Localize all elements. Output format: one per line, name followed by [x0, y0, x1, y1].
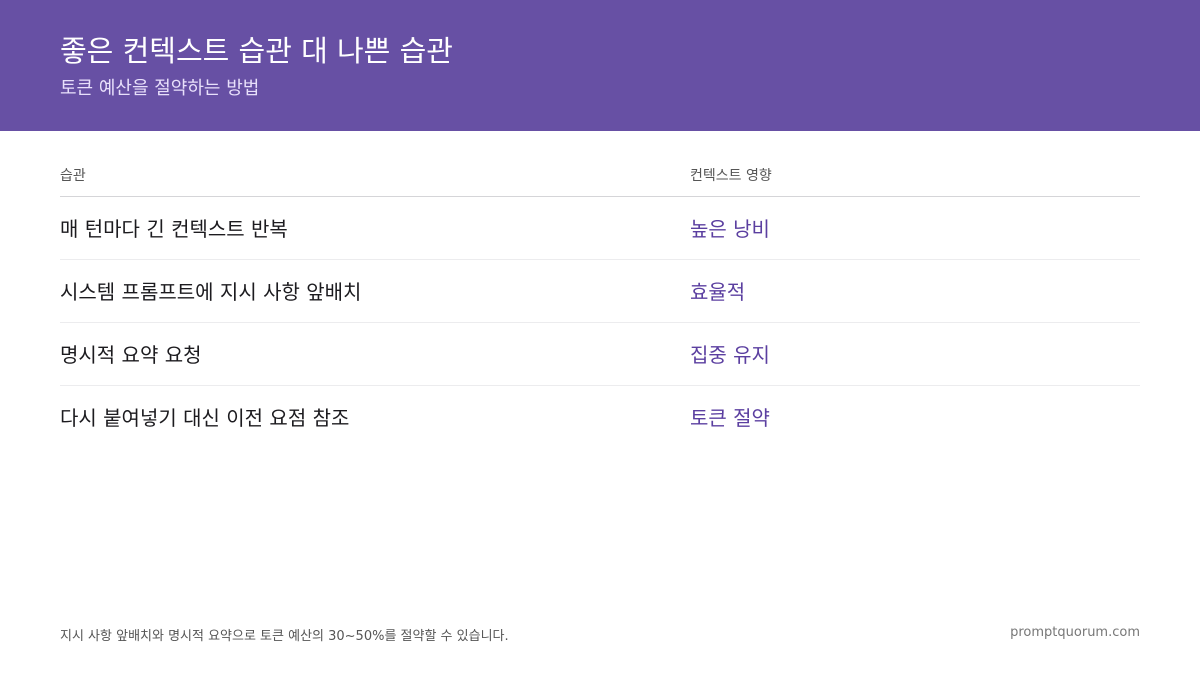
- impact-cell: 효율적: [690, 280, 746, 304]
- table-row: 매 턴마다 긴 컨텍스트 반복 높은 낭비: [60, 197, 1140, 260]
- column-header-impact: 컨텍스트 영향: [690, 168, 772, 184]
- table-header: 습관 컨텍스트 영향: [60, 160, 1140, 197]
- page-title: 좋은 컨텍스트 습관 대 나쁜 습관: [60, 34, 453, 68]
- table-row: 명시적 요약 요청 집중 유지: [60, 323, 1140, 386]
- page-subtitle: 토큰 예산을 절약하는 방법: [60, 78, 260, 99]
- column-header-habit: 습관: [60, 168, 86, 184]
- impact-cell: 집중 유지: [690, 343, 770, 367]
- footer-site-link[interactable]: promptquorum.com: [1010, 625, 1140, 640]
- table-row: 다시 붙여넣기 대신 이전 요점 참조 토큰 절약: [60, 386, 1140, 449]
- footer-note: 지시 사항 앞배치와 명시적 요약으로 토큰 예산의 30~50%를 절약할 수…: [60, 629, 509, 644]
- impact-cell: 높은 낭비: [690, 217, 770, 241]
- impact-cell: 토큰 절약: [690, 406, 770, 430]
- habits-table: 습관 컨텍스트 영향 매 턴마다 긴 컨텍스트 반복 높은 낭비 시스템 프롬프…: [60, 160, 1140, 449]
- header-banner: 좋은 컨텍스트 습관 대 나쁜 습관 토큰 예산을 절약하는 방법: [0, 0, 1200, 131]
- table-row: 시스템 프롬프트에 지시 사항 앞배치 효율적: [60, 260, 1140, 323]
- habit-cell: 시스템 프롬프트에 지시 사항 앞배치: [60, 280, 362, 304]
- habit-cell: 매 턴마다 긴 컨텍스트 반복: [60, 217, 288, 241]
- habit-cell: 다시 붙여넣기 대신 이전 요점 참조: [60, 406, 350, 430]
- habit-cell: 명시적 요약 요청: [60, 343, 202, 367]
